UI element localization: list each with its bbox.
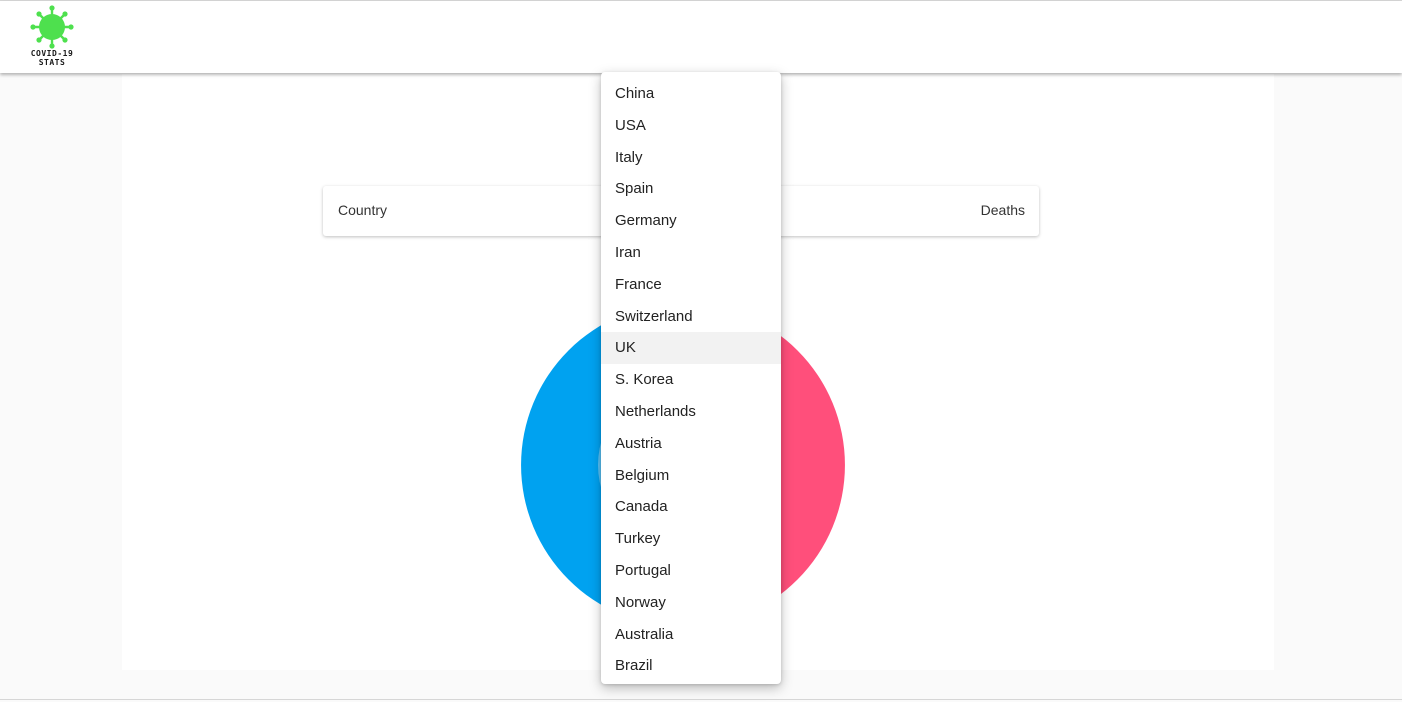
logo-text-line1: COVID-19: [30, 49, 74, 58]
country-dropdown-menu[interactable]: China USA Italy Spain Germany Iran France Switz…: [601, 72, 781, 684]
dropdown-item-uk[interactable]: UK: [601, 332, 781, 365]
bottom-border: [0, 699, 1402, 700]
dropdown-item-usa[interactable]: USA: [601, 110, 781, 142]
dropdown-item-belgium[interactable]: Belgium: [601, 460, 781, 492]
dropdown-item-switzerland[interactable]: Switzerland: [601, 301, 781, 333]
dropdown-item-canada[interactable]: Canada: [601, 491, 781, 523]
dropdown-item-germany[interactable]: Germany: [601, 205, 781, 237]
logo-text-line2: STATS: [38, 58, 66, 67]
dropdown-item-australia[interactable]: Australia: [601, 619, 781, 651]
dropdown-item-norway[interactable]: Norway: [601, 587, 781, 619]
dropdown-item-netherlands[interactable]: Netherlands: [601, 396, 781, 428]
dropdown-list: China USA Italy Spain Germany Iran France Switz…: [601, 78, 781, 682]
deaths-column-label: Deaths: [980, 202, 1025, 218]
dropdown-item-austria[interactable]: Austria: [601, 428, 781, 460]
dropdown-item-spain[interactable]: Spain: [601, 173, 781, 205]
dropdown-item-iran[interactable]: Iran: [601, 237, 781, 269]
dropdown-item-brazil[interactable]: Brazil: [601, 650, 781, 682]
virus-icon: [30, 5, 74, 49]
dropdown-item-china[interactable]: China: [601, 78, 781, 110]
dropdown-item-france[interactable]: France: [601, 269, 781, 301]
dropdown-item-portugal[interactable]: Portugal: [601, 555, 781, 587]
dropdown-item-s-korea[interactable]: S. Korea: [601, 364, 781, 396]
app-header: COVID-19 STATS: [0, 1, 1402, 73]
dropdown-item-turkey[interactable]: Turkey: [601, 523, 781, 555]
country-column-label: Country: [338, 202, 388, 218]
dropdown-item-italy[interactable]: Italy: [601, 142, 781, 174]
covid-logo[interactable]: COVID-19 STATS: [24, 5, 80, 69]
